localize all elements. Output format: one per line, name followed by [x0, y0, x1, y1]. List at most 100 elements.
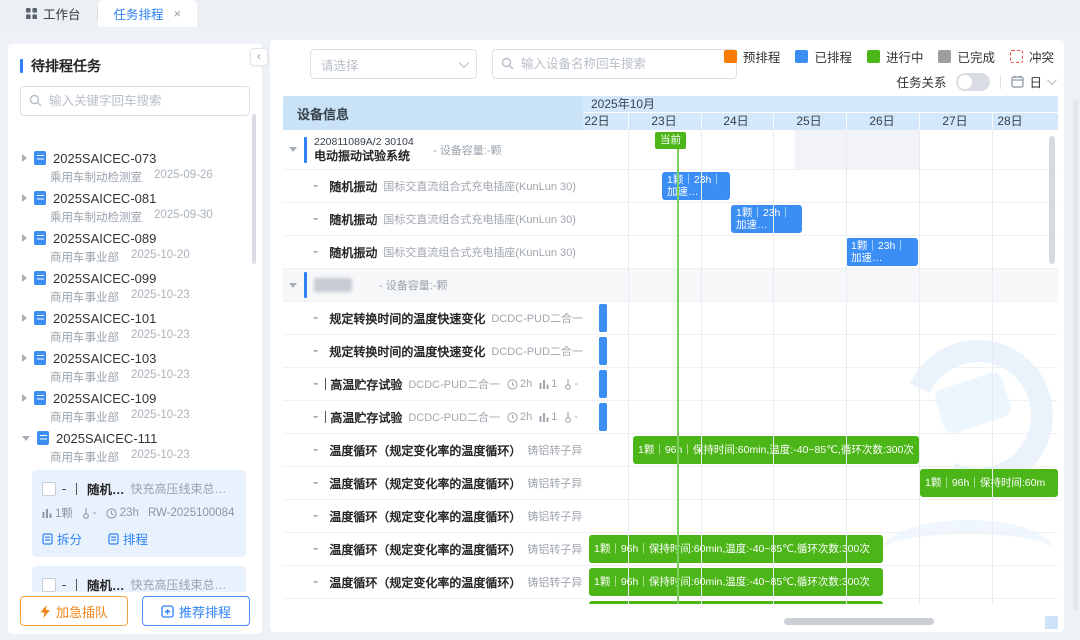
task-bar-label: 1颗｜96h｜保持时间:60min,温度:-40~85℃,循环次数:300次: [638, 444, 914, 456]
redacted-device-name: [314, 278, 352, 292]
gantt-task-row: -随机振动国标交直流组合式充电插座(KunLun 30) 1颗｜23h｜加速…: [283, 203, 1058, 236]
urgent-insert-button[interactable]: 加急插队: [20, 596, 128, 626]
row-device-cell[interactable]: -随机振动国标交直流组合式充电插座(KunLun 30): [283, 203, 583, 235]
row-timeline[interactable]: [583, 368, 1058, 400]
caret-right-icon[interactable]: [22, 394, 27, 402]
caret-down-icon[interactable]: [289, 147, 297, 152]
task-bar-in-progress[interactable]: 1颗｜96h｜保持时间:60min,温度:-40~85℃,循环次数:300次: [633, 436, 919, 464]
tab-task-scheduling[interactable]: 任务排程 ×: [98, 0, 198, 27]
task-dash: -: [313, 573, 318, 591]
tab-workbench[interactable]: 工作台: [10, 0, 97, 27]
legend-item-预排程: 预排程: [724, 47, 781, 66]
tree-item-2025SAICEC-073[interactable]: 2025SAICEC-073乘用车制动检测室2025-09-26: [8, 148, 258, 188]
row-timeline[interactable]: 1颗｜96h｜保持时间:60min,温度:-40~85℃,循环次数:300次: [583, 599, 1058, 604]
row-device-cell[interactable]: -温度循环（规定变化率的温度循环）铸铝转子异步: [283, 500, 583, 532]
row-timeline[interactable]: [583, 401, 1058, 433]
row-device-cell[interactable]: -温度循环（规定变化率的温度循环）铸铝转子异步: [283, 434, 583, 466]
task-bar-in-progress[interactable]: 1颗｜96h｜保持时间:60min,温度:-40~85℃,循环次数:300次: [589, 568, 883, 596]
caret-down-icon[interactable]: [22, 436, 30, 441]
gantt-task-row: -规定转换时间的温度快速变化DCDC-PUD二合一: [283, 335, 1058, 368]
time-scale-select[interactable]: 日: [1011, 72, 1054, 91]
row-timeline[interactable]: [583, 500, 1058, 532]
caret-right-icon[interactable]: [22, 314, 27, 322]
tree-item-2025SAICEC-081[interactable]: 2025SAICEC-081乘用车制动检测室2025-09-30: [8, 188, 258, 228]
task-checkbox[interactable]: [42, 578, 56, 592]
tree-item-2025SAICEC-109[interactable]: 2025SAICEC-109商用车事业部2025-10-23: [8, 388, 258, 428]
row-device-cell[interactable]: -随机振动国标交直流组合式充电插座(KunLun 30): [283, 236, 583, 268]
tree-item-2025SAICEC-099[interactable]: 2025SAICEC-099商用车事业部2025-10-23: [8, 268, 258, 308]
clock-value: 2h: [520, 378, 532, 390]
caret-down-icon[interactable]: [289, 283, 297, 288]
gantt-horizontal-scrollbar[interactable]: [784, 618, 934, 625]
calendar-icon: [1011, 75, 1024, 88]
task-bar-scheduled[interactable]: 1颗｜23h｜加速…: [662, 172, 730, 200]
task-bar-scheduled[interactable]: [599, 304, 607, 332]
tree-item-title-row: 2025SAICEC-081: [22, 188, 258, 208]
caret-right-icon[interactable]: [22, 354, 27, 362]
row-device-cell[interactable]: -高温贮存试验DCDC-PUD二合一2h1-: [283, 401, 583, 433]
task-bar-scheduled[interactable]: [599, 337, 607, 365]
split-action[interactable]: 拆分: [42, 529, 82, 548]
task-checkbox[interactable]: [42, 482, 56, 496]
tree-item-2025SAICEC-103[interactable]: 2025SAICEC-103商用车事业部2025-10-23: [8, 348, 258, 388]
task-bar-in-progress[interactable]: 1颗｜96h｜保持时间:60m: [920, 469, 1058, 497]
recommend-schedule-button[interactable]: 推荐排程: [142, 596, 250, 626]
task-bar-scheduled[interactable]: 1颗｜23h｜加速…: [846, 238, 918, 266]
tree-item-2025SAICEC-101[interactable]: 2025SAICEC-101商用车事业部2025-10-23: [8, 308, 258, 348]
caret-right-icon[interactable]: [22, 194, 27, 202]
caret-right-icon[interactable]: [22, 154, 27, 162]
collapse-panel-button[interactable]: ‹: [250, 48, 268, 66]
schedule-action[interactable]: 排程: [108, 529, 148, 548]
row-device-cell[interactable]: -高温贮存试验DCDC-PUD二合一2h1-: [283, 368, 583, 400]
thermo-value: -: [93, 507, 97, 519]
caret-right-icon[interactable]: [22, 234, 27, 242]
row-device-cell[interactable]: -温度循环（规定变化率的温度循环）铸铝转子异步: [283, 566, 583, 598]
task-device: DCDC-PUD二合一: [491, 310, 583, 326]
row-timeline[interactable]: 1颗｜23h｜加速…: [583, 170, 1058, 202]
row-device-cell[interactable]: 220811089A/2 30104电动振动试验系统- 设备容量:-颗: [283, 130, 583, 169]
close-icon[interactable]: ×: [174, 6, 182, 21]
task-relation-toggle[interactable]: [956, 73, 990, 91]
qty-meta: 1颗: [42, 505, 73, 521]
task-bar-scheduled[interactable]: [599, 403, 607, 431]
task-bar-in-progress[interactable]: 1颗｜96h｜保持时间:60min,温度:-40~85℃,循环次数:300次: [589, 535, 883, 563]
row-device-cell[interactable]: -温度循环（规定变化率的温度循环）铸铝转子异步: [283, 533, 583, 565]
device-search-input[interactable]: [492, 49, 737, 79]
row-timeline[interactable]: 1颗｜96h｜保持时间:60min,温度:-40~85℃,循环次数:300次: [583, 566, 1058, 598]
tree-scrollbar[interactable]: [252, 114, 256, 264]
row-timeline[interactable]: 1颗｜23h｜加速…: [583, 203, 1058, 235]
row-device-cell[interactable]: -温度循环（规定变化率的温度循环）铸铝转子异步: [283, 599, 583, 604]
tree-item-2025SAICEC-111[interactable]: 2025SAICEC-111商用车事业部2025-10-23: [8, 428, 258, 468]
gantt-panel: 请选择 预排程已排程进行中已完成冲突 任务关系 日: [270, 40, 1064, 632]
row-timeline[interactable]: [583, 269, 1058, 301]
day-separator: [628, 113, 629, 129]
caret-right-icon[interactable]: [22, 274, 27, 282]
page-scrollbar[interactable]: [1073, 100, 1078, 610]
row-device-cell[interactable]: - 设备容量:-颗: [283, 269, 583, 301]
row-device-cell[interactable]: -规定转换时间的温度快速变化DCDC-PUD二合一: [283, 335, 583, 367]
keyword-search-input[interactable]: [20, 86, 250, 116]
filter-select[interactable]: 请选择: [310, 49, 477, 79]
pending-task-card[interactable]: -随机…快充高压线束总成(45…1颗-23hRW-2025100085拆分排程: [32, 566, 246, 592]
row-timeline[interactable]: [583, 335, 1058, 367]
pending-task-card[interactable]: -随机…快充高压线束总成(45…1颗-23hRW-2025100084拆分排程: [32, 470, 246, 557]
task-dash: -: [313, 342, 318, 360]
task-bar-scheduled[interactable]: 1颗｜23h｜加速…: [731, 205, 802, 233]
row-timeline[interactable]: 1颗｜96h｜保持时间:60min,温度:-40~85℃,循环次数:300次: [583, 434, 1058, 466]
task-bar-scheduled[interactable]: [599, 370, 607, 398]
task-name: 温度循环（规定变化率的温度循环）: [329, 442, 521, 459]
row-timeline[interactable]: 1颗｜96h｜保持时间:60m: [583, 467, 1058, 499]
row-timeline[interactable]: [583, 302, 1058, 334]
task-bar-in-progress[interactable]: 1颗｜96h｜保持时间:60min,温度:-40~85℃,循环次数:300次: [589, 601, 883, 604]
tree-item-id: 2025SAICEC-099: [53, 271, 156, 286]
task-device: 铸铝转子异步: [527, 508, 583, 524]
tree-item-2025SAICEC-089[interactable]: 2025SAICEC-089商用车事业部2025-10-20: [8, 228, 258, 268]
row-timeline[interactable]: 1颗｜23h｜加速…: [583, 236, 1058, 268]
row-device-cell[interactable]: -温度循环（规定变化率的温度循环）铸铝转子异步: [283, 467, 583, 499]
gantt-vertical-scrollbar[interactable]: [1049, 136, 1055, 264]
row-timeline[interactable]: 1颗｜96h｜保持时间:60min,温度:-40~85℃,循环次数:300次: [583, 533, 1058, 565]
task-bar-label: 1颗｜23h｜加速…: [736, 207, 791, 231]
timeline-header: 2025年10月 22日23日24日25日26日27日28日: [583, 96, 1058, 130]
row-device-cell[interactable]: -规定转换时间的温度快速变化DCDC-PUD二合一: [283, 302, 583, 334]
row-device-cell[interactable]: -随机振动国标交直流组合式充电插座(KunLun 30): [283, 170, 583, 202]
